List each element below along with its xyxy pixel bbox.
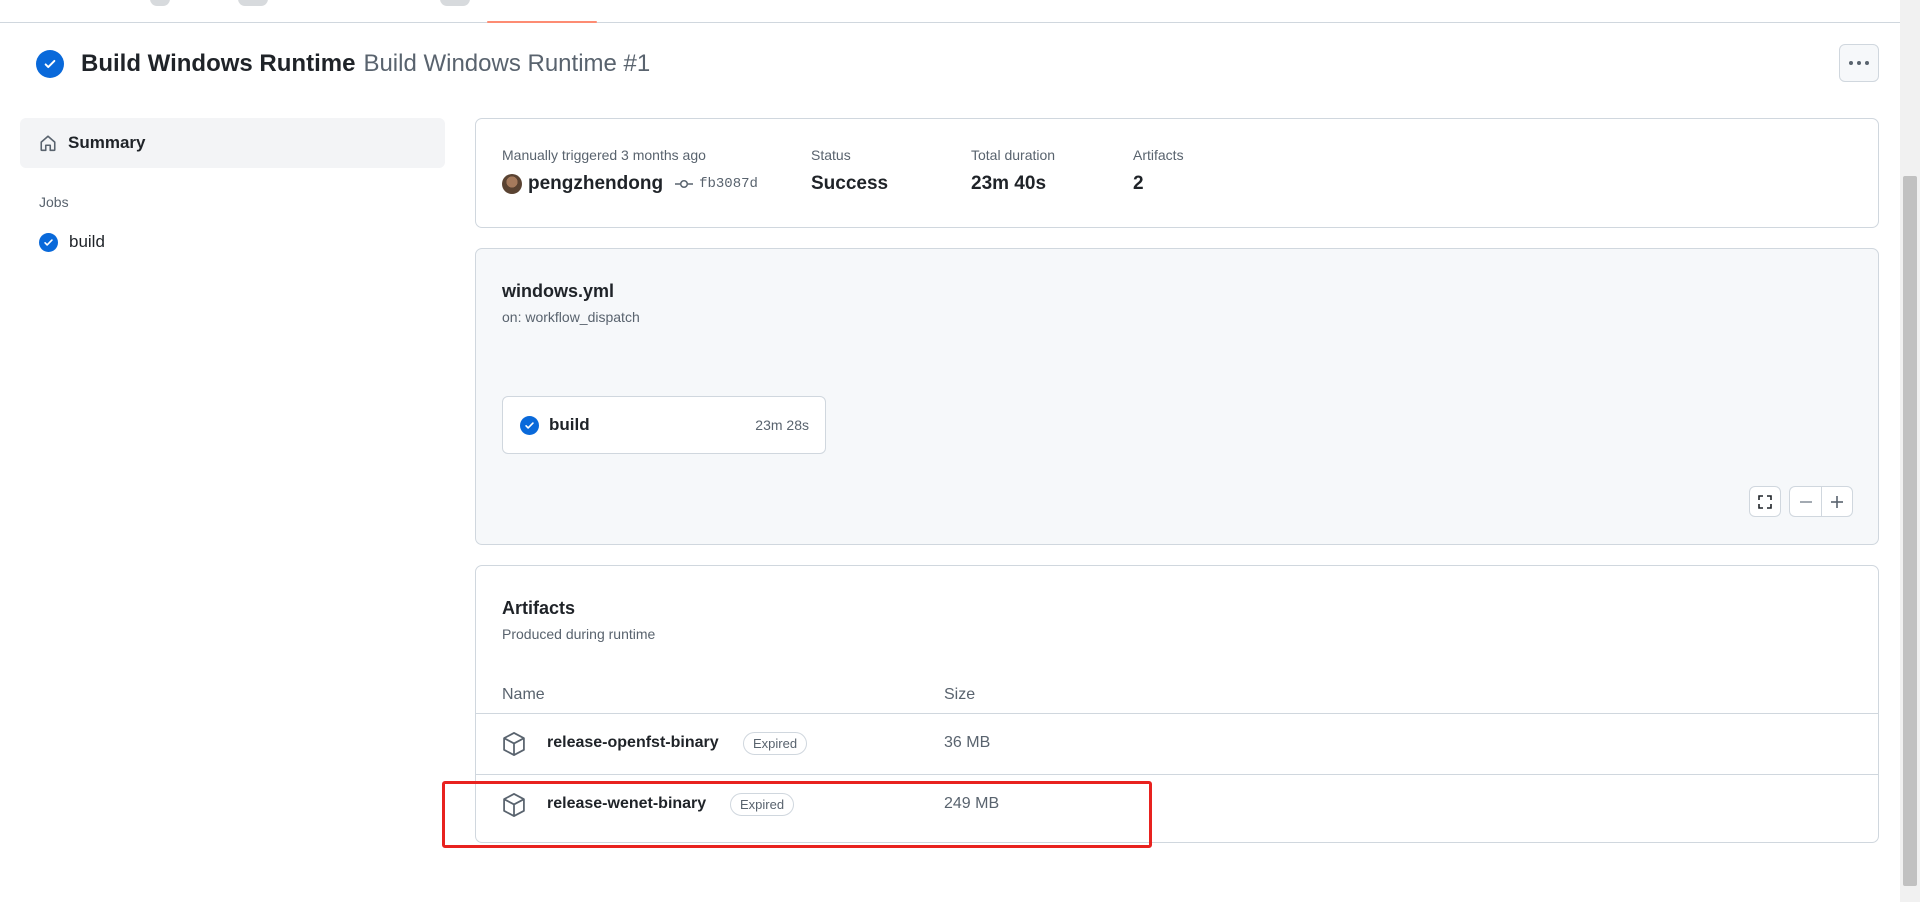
home-icon xyxy=(40,135,56,152)
check-circle-icon xyxy=(520,415,539,435)
avatar[interactable] xyxy=(502,174,522,194)
trigger-text: Manually triggered 3 months ago xyxy=(502,147,706,163)
run-header: Build Windows Runtime Build Windows Runt… xyxy=(36,48,650,80)
more-actions-button[interactable] xyxy=(1839,44,1879,82)
column-header-size: Size xyxy=(944,686,976,703)
status-info: Status Success xyxy=(811,147,888,195)
sidebar-item-label: Summary xyxy=(68,133,146,152)
artifacts-subtitle: Produced during runtime xyxy=(502,626,656,642)
nav-fragment xyxy=(440,0,470,6)
repo-tab-nav xyxy=(0,0,1900,23)
job-node-duration: 23m 28s xyxy=(755,417,809,433)
duration-value: 23m 40s xyxy=(971,173,1047,194)
trigger-info: Manually triggered 3 months ago pengzhen… xyxy=(502,147,758,195)
artifact-size: 36 MB xyxy=(944,734,991,751)
expired-badge: Expired xyxy=(743,732,808,755)
check-circle-icon xyxy=(36,50,64,78)
fullscreen-icon xyxy=(1749,486,1781,517)
zoom-out-icon xyxy=(1799,500,1812,503)
jobs-heading: Jobs xyxy=(39,194,69,210)
zoom-in-icon xyxy=(1831,495,1843,508)
workflow-file-name[interactable]: windows.yml xyxy=(502,281,614,302)
check-circle-icon xyxy=(39,232,58,252)
artifact-name: release-wenet-binary xyxy=(547,795,707,812)
commit-sha-link[interactable]: fb3087d xyxy=(699,176,758,192)
fullscreen-button[interactable] xyxy=(1749,486,1781,517)
artifacts-card: Artifacts Produced during runtime Name S… xyxy=(475,565,1879,843)
workflow-name[interactable]: Build Windows Runtime xyxy=(81,50,355,78)
workflow-graph-card: windows.yml on: workflow_dispatch build … xyxy=(475,248,1879,545)
nav-fragment xyxy=(150,0,170,6)
status-value: Success xyxy=(811,173,889,194)
artifact-name: release-openfst-binary xyxy=(547,734,719,751)
kebab-horizontal-icon xyxy=(1849,61,1853,65)
workflow-trigger: on: workflow_dispatch xyxy=(502,309,640,325)
sidebar-item-build-job[interactable]: build xyxy=(20,232,445,252)
artifact-size: 249 MB xyxy=(944,795,1000,812)
artifacts-table-header: Name Size xyxy=(476,674,1878,714)
artifacts-count-value[interactable]: 2 xyxy=(1133,173,1184,195)
zoom-controls xyxy=(1789,486,1853,517)
zoom-in-button[interactable] xyxy=(1821,486,1853,517)
status-label: Status xyxy=(811,147,851,163)
artifacts-title: Artifacts xyxy=(502,598,576,618)
table-row: release-openfst-binary Expired 36 MB xyxy=(476,714,1878,775)
artifacts-count-label: Artifacts xyxy=(1133,147,1184,163)
package-icon xyxy=(503,793,525,817)
package-icon xyxy=(503,732,525,756)
sidebar-item-summary[interactable]: Summary xyxy=(20,118,445,168)
artifacts-count-info: Artifacts 2 xyxy=(1133,147,1184,195)
run-sidebar: Summary Jobs build xyxy=(20,118,445,252)
run-title: Build Windows Runtime #1 xyxy=(363,50,651,77)
column-header-name: Name xyxy=(502,686,545,703)
table-row: release-wenet-binary Expired 249 MB xyxy=(476,775,1878,836)
scrollbar-thumb[interactable] xyxy=(1903,176,1917,886)
sidebar-job-label: build xyxy=(69,232,105,251)
duration-info: Total duration 23m 40s xyxy=(971,147,1055,195)
job-node-name: build xyxy=(549,415,590,434)
job-node-build[interactable]: build 23m 28s xyxy=(502,396,826,454)
zoom-out-button[interactable] xyxy=(1789,486,1821,517)
actions-tab-active-indicator xyxy=(487,21,597,23)
run-summary-card: Manually triggered 3 months ago pengzhen… xyxy=(475,118,1879,228)
duration-label: Total duration xyxy=(971,147,1056,163)
actor-link[interactable]: pengzhendong xyxy=(528,173,663,195)
expired-badge: Expired xyxy=(730,793,795,816)
nav-fragment xyxy=(238,0,268,6)
commit-icon xyxy=(675,179,694,189)
